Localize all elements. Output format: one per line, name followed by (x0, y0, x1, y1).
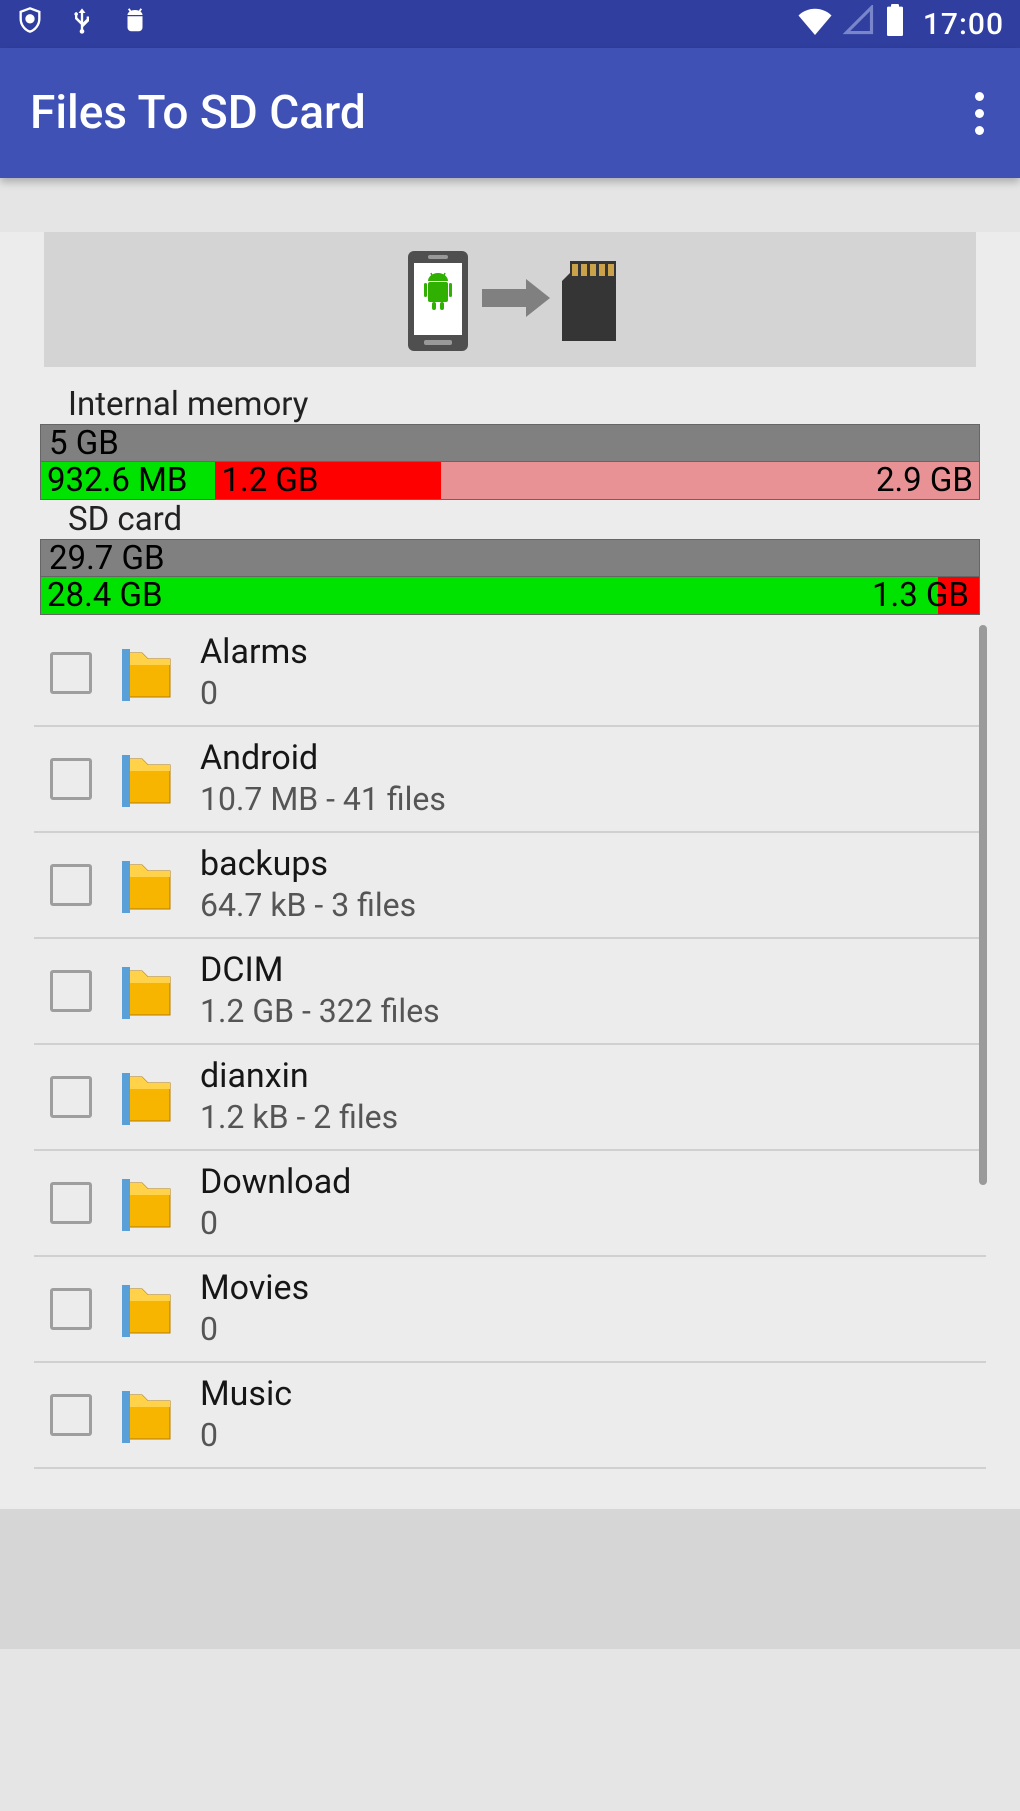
sdcard-storage-bar: 28.4 GB1.3 GB (40, 577, 980, 615)
file-row[interactable]: Alarms 0 (34, 621, 986, 727)
transfer-banner[interactable] (44, 232, 976, 367)
file-row[interactable]: Movies 0 (34, 1257, 986, 1363)
sdcard-storage-total: 29.7 GB (40, 539, 980, 577)
file-details: 1.2 kB - 2 files (200, 1097, 398, 1139)
file-details: 1.2 GB - 322 files (200, 991, 440, 1033)
file-checkbox[interactable] (50, 652, 92, 694)
file-checkbox[interactable] (50, 864, 92, 906)
folder-icon (122, 1175, 174, 1231)
app-title: Files To SD Card (30, 86, 366, 140)
status-time: 17:00 (923, 7, 1004, 42)
status-bar: 17:00 (0, 0, 1020, 48)
file-row[interactable]: dianxin 1.2 kB - 2 files (34, 1045, 986, 1151)
file-checkbox[interactable] (50, 970, 92, 1012)
file-name: backups (200, 844, 416, 885)
folder-icon (122, 1281, 174, 1337)
phone-to-sd-icon (390, 245, 630, 355)
main-content: Internal memory 5 GB 932.6 MB1.2 GB2.9 G… (0, 232, 1020, 1649)
file-list[interactable]: Alarms 0 Android 10.7 MB - 41 files back… (34, 621, 986, 1469)
file-details: 10.7 MB - 41 files (200, 779, 446, 821)
file-details: 0 (200, 1203, 351, 1245)
sdcard-storage-label: SD card (40, 500, 980, 539)
file-checkbox[interactable] (50, 1394, 92, 1436)
folder-icon (122, 963, 174, 1019)
internal-storage-total: 5 GB (40, 424, 980, 462)
app-bar: Files To SD Card (0, 48, 1020, 178)
file-name: Movies (200, 1268, 309, 1309)
file-row[interactable]: backups 64.7 kB - 3 files (34, 833, 986, 939)
file-name: dianxin (200, 1056, 398, 1097)
folder-icon (122, 857, 174, 913)
sdcard-storage-section: SD card 29.7 GB 28.4 GB1.3 GB (40, 500, 980, 615)
file-name: Download (200, 1162, 351, 1203)
internal-storage-label: Internal memory (40, 385, 980, 424)
file-name: Music (200, 1374, 292, 1415)
storage-segment: 932.6 MB (41, 462, 215, 499)
file-name: Alarms (200, 632, 308, 673)
shield-icon (16, 5, 44, 43)
android-debug-icon (120, 5, 150, 43)
storage-segment: 2.9 GB (441, 462, 979, 499)
file-name: Android (200, 738, 446, 779)
storage-segment: 28.4 GB (41, 577, 938, 614)
usb-icon (68, 3, 96, 45)
overflow-menu-button[interactable] (975, 92, 990, 135)
signal-icon (843, 5, 875, 43)
file-name: DCIM (200, 950, 440, 991)
file-row[interactable]: Android 10.7 MB - 41 files (34, 727, 986, 833)
storage-segment: 1.3 GB (938, 577, 979, 614)
battery-icon (885, 4, 905, 44)
file-details: 64.7 kB - 3 files (200, 885, 416, 927)
file-checkbox[interactable] (50, 1076, 92, 1118)
folder-icon (122, 645, 174, 701)
file-details: 0 (200, 1309, 309, 1351)
internal-storage-section: Internal memory 5 GB 932.6 MB1.2 GB2.9 G… (40, 385, 980, 500)
scrollbar[interactable] (979, 625, 987, 1185)
internal-storage-bar: 932.6 MB1.2 GB2.9 GB (40, 462, 980, 500)
file-row[interactable]: Music 0 (34, 1363, 986, 1469)
folder-icon (122, 1387, 174, 1443)
file-checkbox[interactable] (50, 1288, 92, 1330)
status-left-icons (16, 3, 150, 45)
file-checkbox[interactable] (50, 758, 92, 800)
file-checkbox[interactable] (50, 1182, 92, 1224)
status-right-icons: 17:00 (797, 4, 1004, 44)
folder-icon (122, 1069, 174, 1125)
storage-segment: 1.2 GB (215, 462, 440, 499)
file-details: 0 (200, 673, 308, 715)
wifi-icon (797, 5, 833, 43)
file-row[interactable]: DCIM 1.2 GB - 322 files (34, 939, 986, 1045)
file-details: 0 (200, 1415, 292, 1457)
footer-ad-space (0, 1509, 1020, 1649)
folder-icon (122, 751, 174, 807)
file-row[interactable]: Download 0 (34, 1151, 986, 1257)
